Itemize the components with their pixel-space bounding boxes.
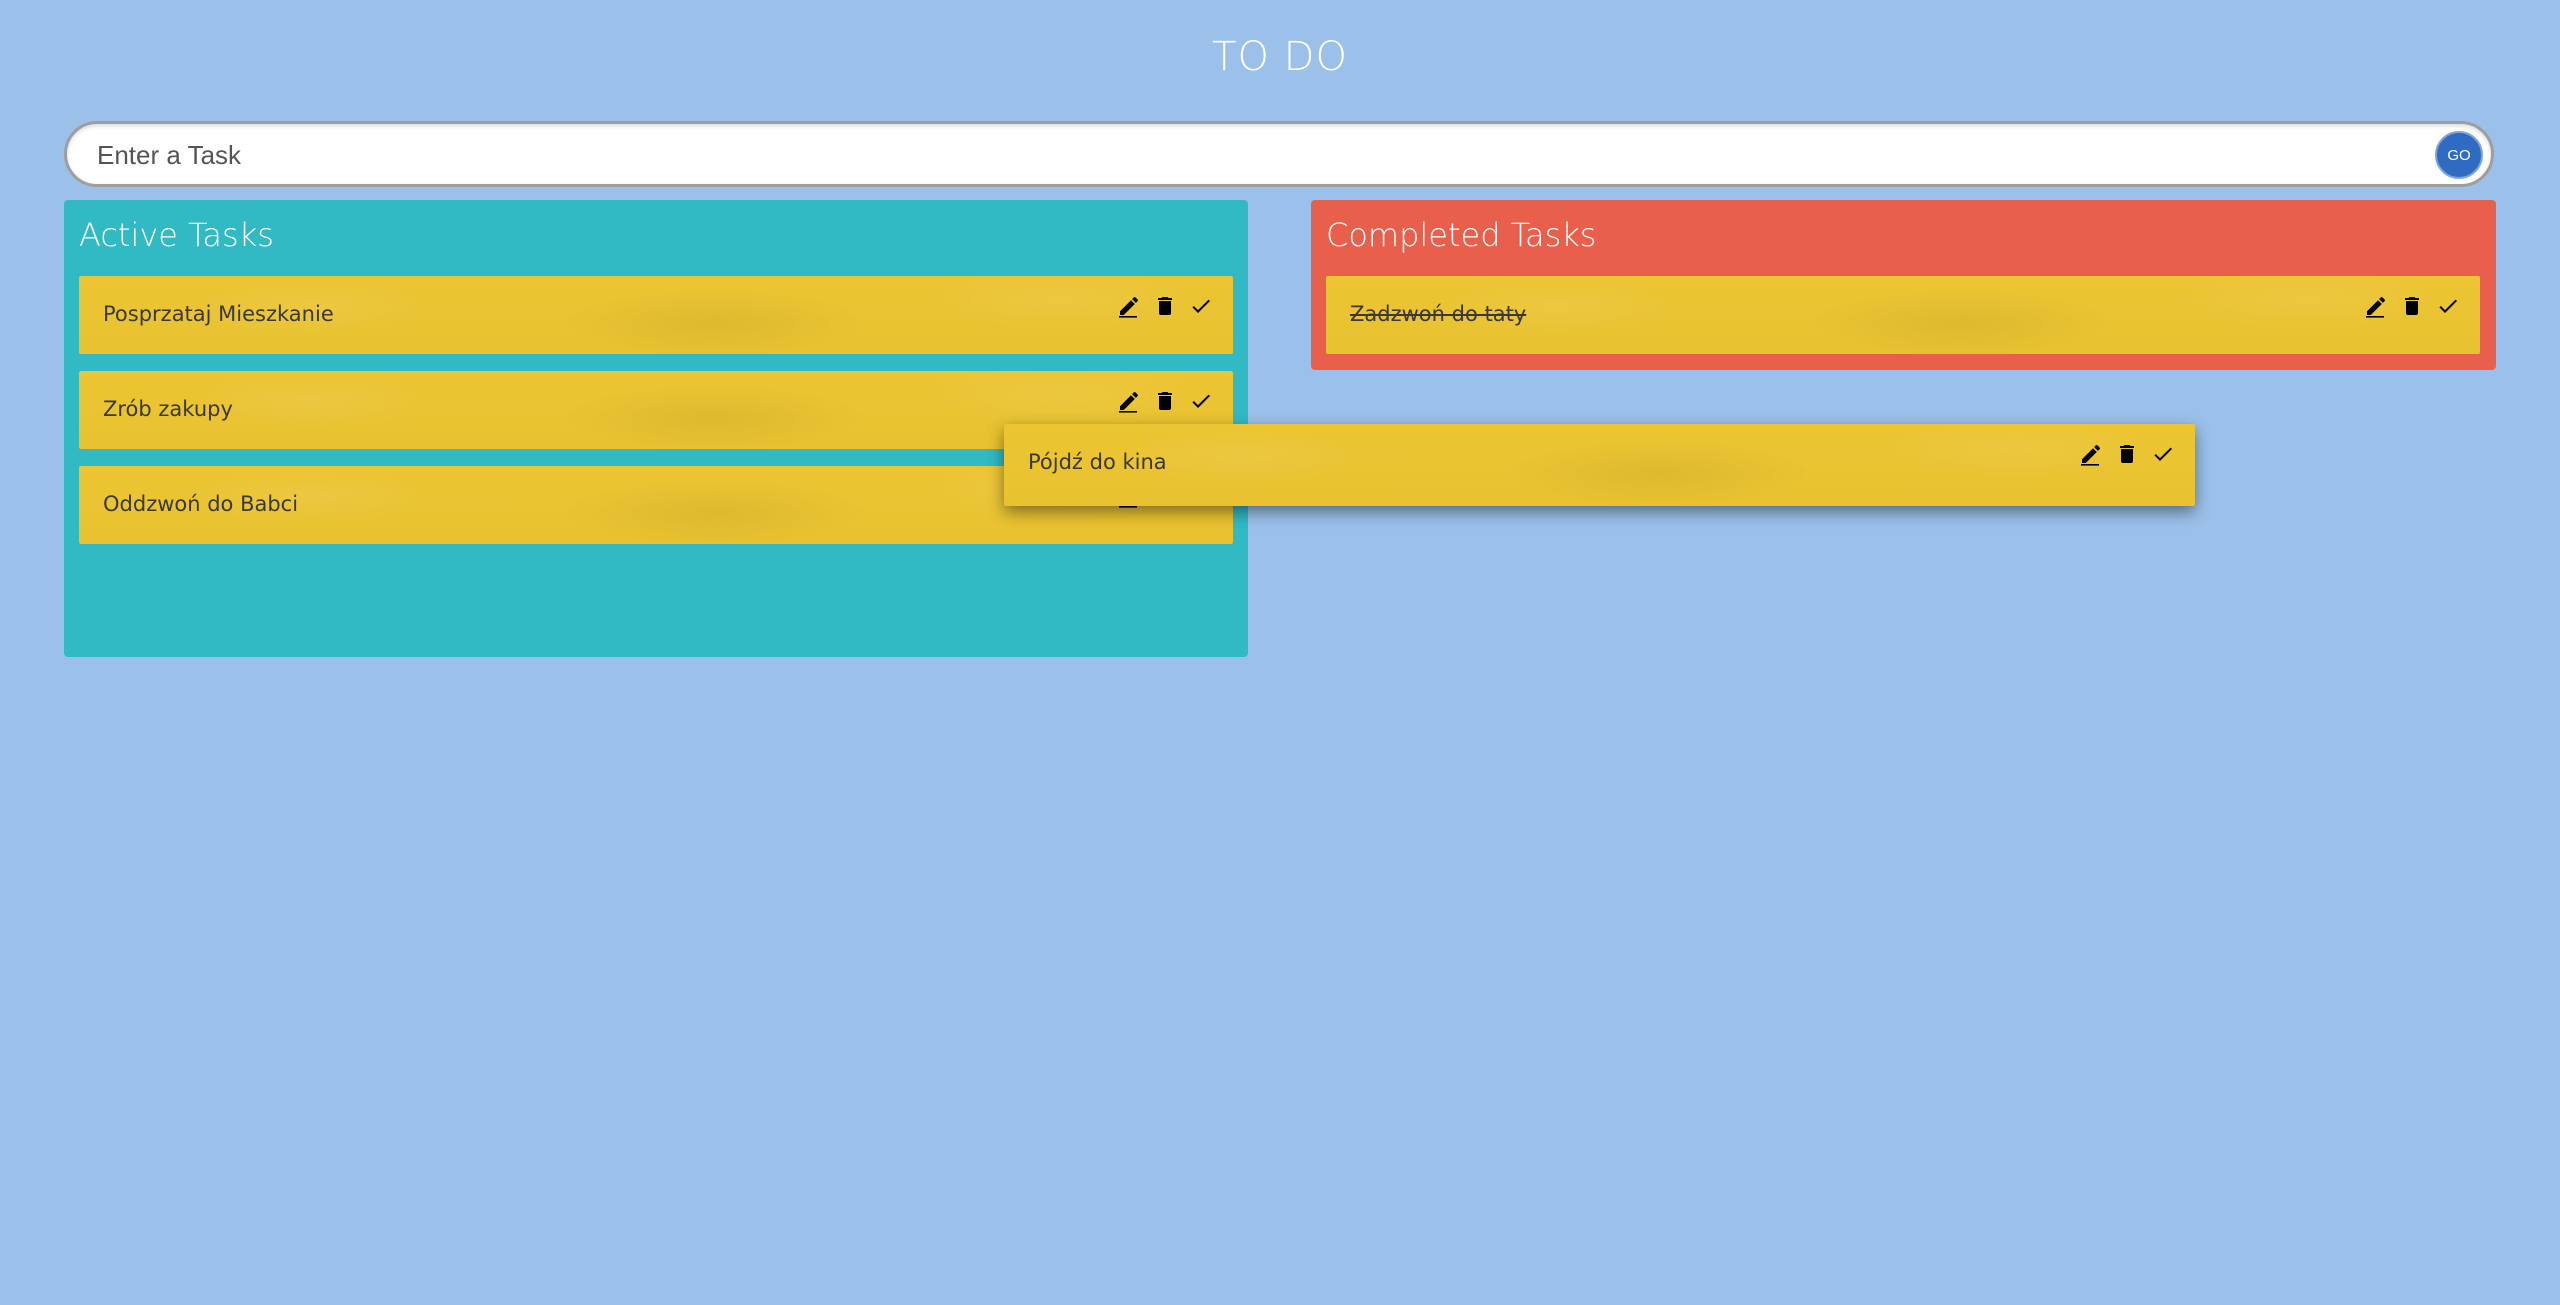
pencil-icon[interactable]: [2079, 442, 2103, 466]
task-card[interactable]: Posprzataj Mieszkanie: [79, 276, 1233, 354]
page-title: TO DO: [1212, 34, 1348, 80]
task-label: Oddzwoń do Babci: [103, 492, 299, 516]
check-icon[interactable]: [1189, 294, 1213, 318]
check-icon[interactable]: [2436, 294, 2460, 318]
pencil-icon[interactable]: [2364, 294, 2388, 318]
dragging-task-card[interactable]: Pójdź do kina: [1004, 424, 2195, 506]
check-icon[interactable]: [1189, 389, 1213, 413]
task-label: Pójdź do kina: [1028, 450, 1167, 474]
task-label: Posprzataj Mieszkanie: [103, 302, 334, 326]
task-entry-bar: GO: [64, 121, 2494, 187]
task-label: Zrób zakupy: [103, 397, 233, 421]
check-icon[interactable]: [2151, 442, 2175, 466]
completed-tasks-panel: Completed Tasks Zadzwoń do taty: [1311, 200, 2496, 370]
trash-icon[interactable]: [2115, 442, 2139, 466]
task-card[interactable]: Zadzwoń do taty: [1326, 276, 2480, 354]
task-input[interactable]: [95, 124, 2399, 186]
pencil-icon[interactable]: [1117, 389, 1141, 413]
completed-tasks-title: Completed Tasks: [1326, 216, 1597, 254]
trash-icon[interactable]: [2400, 294, 2424, 318]
trash-icon[interactable]: [1153, 294, 1177, 318]
go-button[interactable]: GO: [2435, 131, 2483, 179]
pencil-icon[interactable]: [1117, 294, 1141, 318]
active-tasks-title: Active Tasks: [79, 216, 274, 254]
task-label: Zadzwoń do taty: [1350, 302, 1527, 326]
trash-icon[interactable]: [1153, 389, 1177, 413]
